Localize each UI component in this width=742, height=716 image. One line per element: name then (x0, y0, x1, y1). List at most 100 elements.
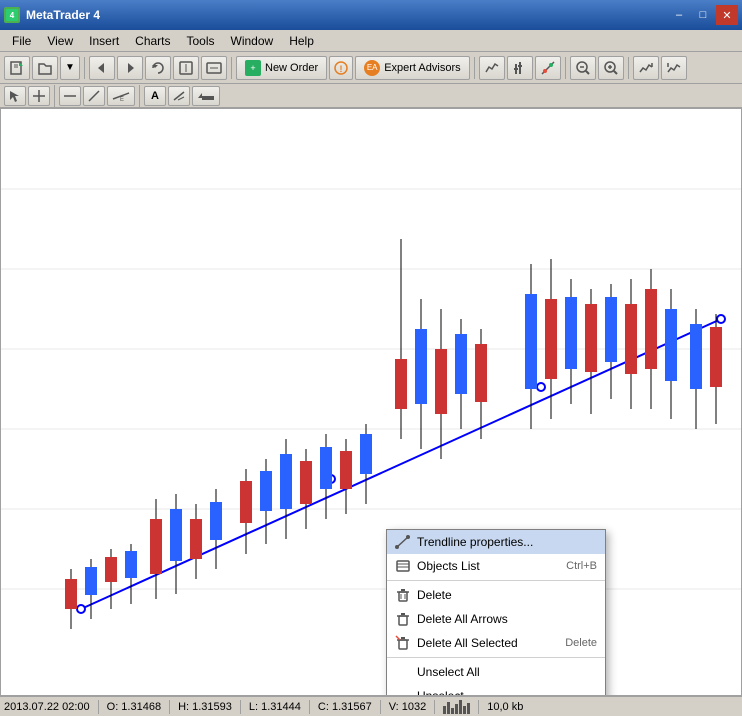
status-sep4 (309, 700, 310, 714)
toolbar-back[interactable] (89, 56, 115, 80)
menu-help[interactable]: Help (281, 32, 322, 50)
toolbar-chart1[interactable] (479, 56, 505, 80)
draw-sep1 (54, 85, 55, 107)
draw-shape[interactable]: E (107, 86, 135, 106)
svg-text:4: 4 (10, 11, 15, 20)
status-sep3 (240, 700, 241, 714)
maximize-button[interactable]: □ (692, 5, 714, 25)
status-high: H: 1.31593 (178, 701, 232, 713)
expert-label: Expert Advisors (384, 62, 460, 74)
toolbar-dropdown[interactable]: ▼ (60, 56, 80, 80)
svg-text:!: ! (340, 64, 343, 74)
ctx-sep1 (387, 580, 605, 581)
ctx-delete-label: Delete (417, 588, 452, 602)
toolbar-something[interactable] (173, 56, 199, 80)
expert-icon: EA (364, 60, 380, 76)
volume-chart (443, 700, 470, 714)
toolbar-periods1[interactable] (633, 56, 659, 80)
objects-list-icon (395, 558, 411, 574)
new-order-icon: + (245, 60, 261, 76)
ctx-unselect-all-label: Unselect All (417, 665, 480, 679)
toolbar-chart3[interactable] (535, 56, 561, 80)
menu-view[interactable]: View (39, 32, 81, 50)
ctx-delete[interactable]: Delete (387, 583, 605, 607)
toolbar-forward[interactable] (117, 56, 143, 80)
ctx-objects-list[interactable]: Objects List Ctrl+B (387, 554, 605, 578)
status-sep5 (380, 700, 381, 714)
ctx-delete-selected[interactable]: Delete All Selected Delete (387, 631, 605, 655)
status-volume: V: 1032 (389, 701, 427, 713)
draw-diagonal[interactable] (83, 86, 105, 106)
draw-cursor[interactable] (4, 86, 26, 106)
draw-toolbar: E A (0, 84, 742, 108)
menu-bar: File View Insert Charts Tools Window Hel… (0, 30, 742, 52)
ctx-delete-arrows-label: Delete All Arrows (417, 612, 508, 626)
chart-area[interactable]: Trendline properties... Objects List Ctr… (0, 108, 742, 696)
menu-window[interactable]: Window (223, 32, 282, 50)
toolbar-open[interactable] (32, 56, 58, 80)
app-title: MetaTrader 4 (26, 8, 100, 22)
status-sep6 (434, 700, 435, 714)
sep1 (84, 57, 85, 79)
chart-svg (1, 109, 742, 639)
status-sep1 (98, 700, 99, 714)
ctx-trendline-label: Trendline properties... (417, 535, 533, 549)
main-toolbar: ▼ + New Order ! EA Expert Advisors (0, 52, 742, 84)
context-menu: Trendline properties... Objects List Ctr… (386, 529, 606, 696)
draw-fibonacci[interactable] (168, 86, 190, 106)
ctx-sep2 (387, 657, 605, 658)
minimize-button[interactable]: – (668, 5, 690, 25)
unselect-all-icon (395, 664, 411, 680)
ctx-objects-shortcut: Ctrl+B (566, 560, 597, 572)
menu-tools[interactable]: Tools (179, 32, 223, 50)
status-open: O: 1.31468 (107, 701, 161, 713)
delete-selected-icon (395, 635, 411, 651)
svg-text:E: E (120, 97, 124, 103)
draw-text[interactable]: A (144, 86, 166, 106)
toolbar-chart2[interactable] (507, 56, 533, 80)
toolbar-new[interactable] (4, 56, 30, 80)
close-button[interactable]: ✕ (716, 5, 738, 25)
sep4 (565, 57, 566, 79)
ctx-delete-selected-shortcut: Delete (565, 637, 597, 649)
ctx-delete-arrows[interactable]: Delete All Arrows (387, 607, 605, 631)
new-order-button[interactable]: + New Order (236, 56, 327, 80)
sep3 (474, 57, 475, 79)
alert-button[interactable]: ! (329, 56, 353, 80)
status-sep7 (478, 700, 479, 714)
delete-arrows-icon (395, 611, 411, 627)
status-close: C: 1.31567 (318, 701, 372, 713)
ctx-unselect-label: Unselect (417, 689, 464, 696)
menu-file[interactable]: File (4, 32, 39, 50)
draw-sep2 (139, 85, 140, 107)
ctx-unselect[interactable]: Unselect (387, 684, 605, 696)
toolbar-zoom-in[interactable] (201, 56, 227, 80)
ctx-unselect-all[interactable]: Unselect All (387, 660, 605, 684)
toolbar-zoom-in-btn[interactable] (598, 56, 624, 80)
app-icon: 4 (4, 7, 20, 23)
sep5 (628, 57, 629, 79)
unselect-icon (395, 688, 411, 696)
toolbar-refresh[interactable] (145, 56, 171, 80)
status-date: 2013.07.22 02:00 (4, 701, 90, 713)
draw-arrows[interactable] (192, 86, 220, 106)
status-filesize: 10,0 kb (487, 701, 523, 713)
window-controls: – □ ✕ (668, 5, 738, 25)
toolbar-zoom-out-btn[interactable] (570, 56, 596, 80)
menu-charts[interactable]: Charts (127, 32, 178, 50)
ctx-trendline-properties[interactable]: Trendline properties... (387, 530, 605, 554)
toolbar-periods2[interactable] (661, 56, 687, 80)
menu-insert[interactable]: Insert (81, 32, 127, 50)
sep2 (231, 57, 232, 79)
ctx-delete-selected-label: Delete All Selected (417, 636, 518, 650)
trendline-props-icon (395, 534, 411, 550)
expert-advisors-button[interactable]: EA Expert Advisors (355, 56, 469, 80)
new-order-label: New Order (265, 62, 318, 74)
draw-crosshair[interactable] (28, 86, 50, 106)
draw-line[interactable] (59, 86, 81, 106)
delete-icon (395, 587, 411, 603)
status-bar: 2013.07.22 02:00 O: 1.31468 H: 1.31593 L… (0, 696, 742, 716)
status-low: L: 1.31444 (249, 701, 301, 713)
title-bar: 4 MetaTrader 4 – □ ✕ (0, 0, 742, 30)
status-sep2 (169, 700, 170, 714)
